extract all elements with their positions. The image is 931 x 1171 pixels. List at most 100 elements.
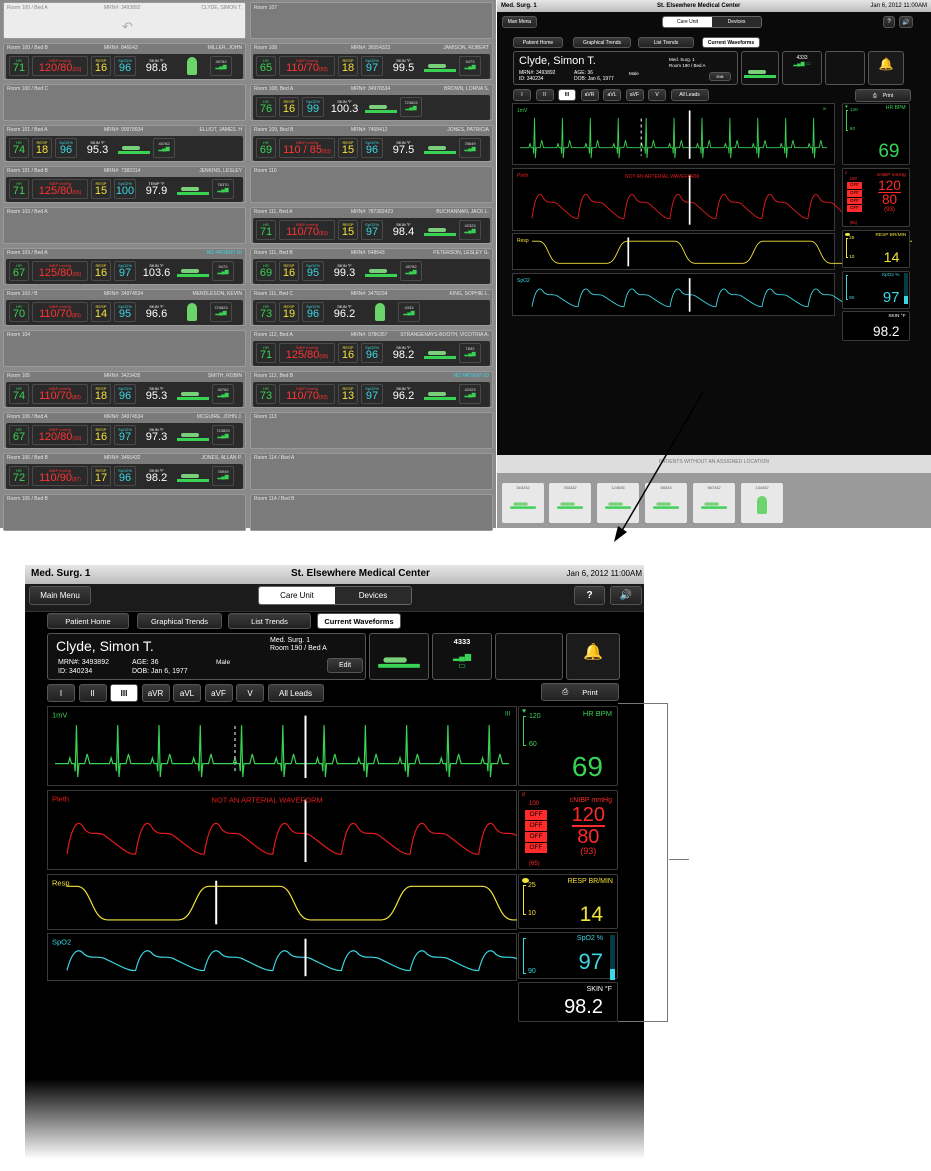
patient-id: ID: 340234 [58, 668, 93, 675]
location-unit: Med. Surg. 1 [270, 637, 311, 644]
tile-header: Room 113 [251, 413, 492, 422]
patient-tile[interactable]: Room 108, Bed A MRN#: 34976534 BROWN, LO… [250, 83, 493, 122]
patient-tile[interactable]: Room 111, Bed A MRN#: 787382423 BUCHANNA… [250, 206, 493, 245]
patient-tile[interactable]: Room 106 / Bed B [3, 493, 246, 532]
print-button[interactable]: ⎙ Print [855, 89, 911, 102]
lead-button-iii[interactable]: III [558, 89, 576, 101]
patient-tile[interactable]: Room 101 / Bed A MRN#: 90978934 ELLIOT, … [3, 124, 246, 163]
hr-vital-box[interactable]: HR BPM ♥ 120 60 69 [842, 103, 910, 165]
hr-vital-box[interactable]: HR BPM ♥ 120 60 69 [518, 706, 618, 786]
unassigned-patient-tile[interactable]: 783432 [549, 483, 591, 523]
lead-button-avl[interactable]: aVL [173, 684, 201, 702]
patient-tile[interactable]: Room 109, Bed B MRN#: 7458412 JONES, PAT… [250, 124, 493, 163]
lead-button-avr[interactable]: aVR [141, 684, 170, 702]
patient-tile[interactable]: Room 103 / Bed A NO PATIENT ID HR 67 NIBP… [3, 247, 246, 286]
lead-button-i[interactable]: I [47, 684, 75, 702]
edit-button[interactable]: Edit [327, 658, 363, 673]
patient-tile[interactable]: Room 103 / Bed A [3, 206, 246, 245]
edit-button[interactable]: Edit [709, 72, 731, 81]
unassigned-patient-tile[interactable]: 134352 [741, 483, 783, 523]
heart-icon: ♥ [845, 104, 848, 110]
lead-button-all-leads[interactable]: All Leads [267, 684, 324, 702]
lead-button-all-leads[interactable]: All Leads [670, 89, 709, 101]
skin-temp-vital-box[interactable]: SKIN °F 98.2 [842, 311, 910, 341]
alarm-silenced-button[interactable]: 🔔 [566, 633, 620, 680]
patient-tile[interactable]: Room 103 / B MRN#: 34974534 MENDLESON, K… [3, 288, 246, 327]
patient-tile[interactable]: Room 113 [250, 411, 493, 450]
tab-devices[interactable]: Devices [712, 17, 761, 27]
volume-button[interactable]: 🔊 [899, 16, 913, 28]
vitals-strip: HR 69 NIBP mmHg 110 / 85(93) RESP 15 SpO2% 9… [253, 135, 490, 161]
tab-current-waveforms[interactable]: Current Waveforms [317, 613, 401, 629]
help-button[interactable]: ? [574, 586, 605, 605]
tab-care-unit[interactable]: Care Unit [259, 587, 335, 604]
lead-button-v[interactable]: V [648, 89, 666, 101]
print-button[interactable]: ⎙ Print [541, 683, 619, 701]
hr-label: HR BPM [582, 709, 612, 718]
tab-devices[interactable]: Devices [335, 587, 411, 604]
tab-list-trends[interactable]: List Trends [228, 613, 311, 629]
patient-tile[interactable]: Room 112, Bed A MRN#: 9786357 STRANGENAY… [250, 329, 493, 368]
patient-tile[interactable]: Room 111, Bed B MRN#: 648643 PETERSON, L… [250, 247, 493, 286]
spo2-vital-box[interactable]: SpO2 % 90 97 [842, 271, 910, 309]
spo2-vital-box[interactable]: SpO2 % 90 97 [518, 932, 618, 980]
bed-icon [510, 499, 536, 509]
nibp-vital-box[interactable]: cNIBP mmHg ♯ 100 OFF OFF OFF OFF (65) 12… [842, 168, 910, 227]
lead-button-iii[interactable]: III [110, 684, 138, 702]
lead-button-v[interactable]: V [236, 684, 264, 702]
lead-button-avf[interactable]: aVF [204, 684, 233, 702]
tab-patient-home[interactable]: Patient Home [513, 37, 563, 48]
main-menu-button[interactable]: Main Menu [29, 586, 91, 605]
patient-tile[interactable]: Room 100 / Bed B MRN#: 846643 MILLER, JO… [3, 42, 246, 81]
tab-patient-home[interactable]: Patient Home [47, 613, 129, 629]
nibp-diastolic: 80 [577, 826, 600, 848]
patient-tile[interactable]: Room 110 [250, 165, 493, 204]
lead-button-avr[interactable]: aVR [580, 89, 599, 101]
patient-tile[interactable]: Room 106 / Bed A MRN#: 34974534 MCGUIRE,… [3, 411, 246, 450]
main-menu-button[interactable]: Man Menu [502, 16, 537, 28]
patient-tile[interactable]: Room 112, Bed B NO PATIENT ID HR 73 NIBP … [250, 370, 493, 409]
lead-button-i[interactable]: I [513, 89, 531, 101]
device-box[interactable]: 4333 ▂▄▆ ▭ [432, 633, 492, 680]
patient-tile[interactable]: Room 104 [3, 329, 246, 368]
nibp-value: 110/70 [39, 389, 72, 402]
alarm-silenced-button[interactable]: 🔔 [868, 51, 904, 85]
patient-tile[interactable]: Room 106 / Bed B MRN#: 3465432 JONES, AL… [3, 452, 246, 491]
tab-list-trends[interactable]: List Trends [638, 37, 694, 48]
care-unit-devices-toggle[interactable]: Care Unit Devices [258, 586, 412, 605]
back-arrow-icon[interactable]: ↶ [122, 19, 136, 34]
unassigned-patient-tile[interactable]: 343242 [502, 483, 544, 523]
lead-button-ii[interactable]: II [535, 89, 554, 101]
tile-header: Room 108, Bed A MRN#: 34976534 BROWN, LO… [251, 85, 492, 94]
tab-graphical-trends[interactable]: Graphical Trends [137, 613, 222, 629]
lead-button-avf[interactable]: aVF [625, 89, 644, 101]
patient-tile[interactable]: Room 111, Bed C MRN#: 3478234 KING, SOPH… [250, 288, 493, 327]
ecg-lead-label: III [505, 711, 511, 718]
device-box[interactable]: 4333 ▂▄▆ ▭ [782, 51, 822, 85]
nibp-value: 125/80 [38, 184, 73, 197]
patient-tile[interactable]: Room 114 / Bed B [250, 493, 493, 532]
lead-button-ii[interactable]: II [78, 684, 107, 702]
spo2-low-limit: 90 [528, 968, 536, 975]
care-unit-devices-toggle[interactable]: Care Unit Devices [662, 16, 762, 28]
patient-tile[interactable]: Room 105 MRN#: 3423435 SMITH, ROBIN HR 74… [3, 370, 246, 409]
tab-current-waveforms[interactable]: Current Waveforms [702, 37, 760, 48]
room-label: Room 106 / Bed B [7, 496, 48, 503]
help-button[interactable]: ? [883, 16, 895, 28]
tab-care-unit[interactable]: Care Unit [663, 17, 712, 27]
resp-vital-box[interactable]: RESP BR/MIN 25 10 14 [842, 230, 910, 268]
signal-icon: ▂▄▆ [217, 474, 229, 481]
hr-box: HR 71 [256, 343, 276, 364]
nibp-vital-box[interactable]: cNIBP mmHg ♯ 100 OFF OFF OFF OFF (65) 12… [518, 790, 618, 870]
patient-tile[interactable]: Room 107 [250, 2, 493, 40]
patient-tile[interactable]: Room 108 MRN#: 36554323 JAMISON, ROBERT … [250, 42, 493, 81]
patient-tile[interactable]: Room 101 / Bed B MRN#: 7382314 JENKINS, … [3, 165, 246, 204]
tab-graphical-trends[interactable]: Graphical Trends [573, 37, 631, 48]
lead-button-avl[interactable]: aVL [603, 89, 621, 101]
volume-button[interactable]: 🔊 [610, 586, 642, 605]
patient-tile[interactable]: Room 114 / Bed A [250, 452, 493, 491]
patient-tile[interactable]: Room 100 / Bed C [3, 83, 246, 122]
resp-vital-box[interactable]: RESP BR/MIN 25 10 14 [518, 874, 618, 929]
skin-temp-vital-box[interactable]: SKIN °F 98.2 [518, 982, 618, 1022]
patient-tile[interactable]: Room 100 / Bed A MRN#: 3493892 CLYDE, SI… [3, 2, 246, 40]
